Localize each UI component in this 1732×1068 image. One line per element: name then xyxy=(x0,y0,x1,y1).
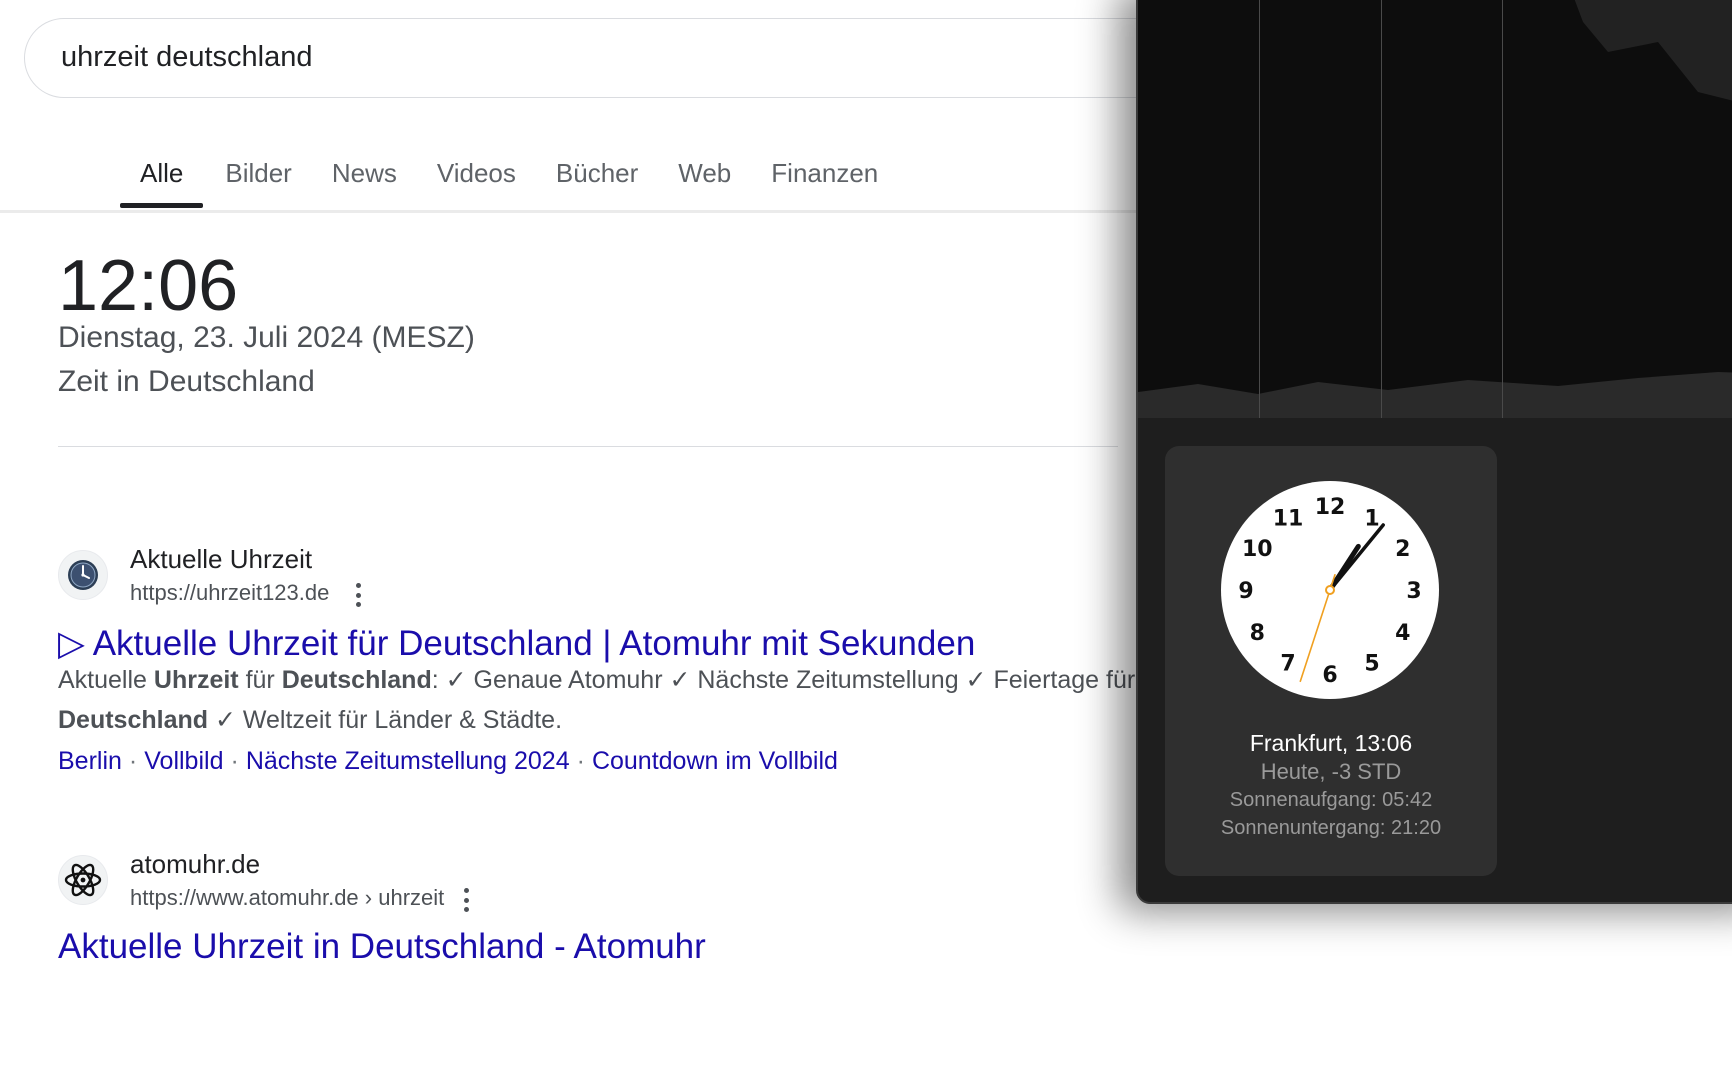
current-date: Dienstag, 23. Juli 2024 (MESZ) xyxy=(58,321,475,354)
divider xyxy=(58,446,1118,447)
analog-clock: 12 1 2 3 4 5 6 7 8 9 10 11 xyxy=(1221,481,1439,699)
dial-number: 3 xyxy=(1406,579,1421,604)
dial-number: 10 xyxy=(1242,537,1273,562)
result-snippet: Aktuelle Uhrzeit für Deutschland: ✓ Gena… xyxy=(58,666,1136,734)
tabs-divider xyxy=(0,210,1260,213)
tab-web[interactable]: Web xyxy=(678,148,731,208)
clock-center-pin xyxy=(1325,585,1335,595)
minute-hand xyxy=(1328,523,1385,592)
sitelink-countdown[interactable]: Countdown im Vollbild xyxy=(592,747,838,775)
tab-alle[interactable]: Alle xyxy=(120,148,204,208)
dial-number: 12 xyxy=(1315,495,1346,520)
atom-icon xyxy=(58,855,108,905)
tab-bilder[interactable]: Bilder xyxy=(225,148,291,208)
result-title-link[interactable]: Aktuelle Uhrzeit in Deutschland - Atomuh… xyxy=(58,925,706,969)
result-site-name[interactable]: Aktuelle Uhrzeit xyxy=(130,542,312,576)
map-meridian xyxy=(1259,0,1260,418)
dial-number: 6 xyxy=(1322,663,1337,688)
current-time: 12:06 xyxy=(58,246,239,326)
result-url[interactable]: https://uhrzeit123.de xyxy=(130,578,329,608)
sitelink-zeitumstellung[interactable]: Nächste Zeitumstellung 2024 xyxy=(246,747,570,775)
tab-videos[interactable]: Videos xyxy=(437,148,516,208)
dial-number: 4 xyxy=(1395,621,1410,646)
dial-number: 8 xyxy=(1250,621,1265,646)
search-box[interactable] xyxy=(24,18,1324,98)
city-time-label: Frankfurt, 13:06 xyxy=(1249,730,1413,756)
relative-offset-label: Heute, -3 STD xyxy=(1260,759,1402,784)
world-clock-panel: 12 1 2 3 4 5 6 7 8 9 10 11 Frankfurt, 13:06 Heute, … xyxy=(1136,0,1732,904)
map-terrain xyxy=(1138,0,1732,418)
map-meridian xyxy=(1502,0,1503,418)
result-site-name[interactable]: atomuhr.de xyxy=(130,847,260,881)
more-options-icon[interactable] xyxy=(456,885,476,915)
sitelink-berlin[interactable]: Berlin xyxy=(58,747,122,775)
world-map xyxy=(1138,0,1732,418)
result-url[interactable]: https://www.atomuhr.de › uhrzeit xyxy=(130,883,444,913)
sitelink-vollbild[interactable]: Vollbild xyxy=(144,747,223,775)
dial-number: 2 xyxy=(1395,537,1410,562)
search-tabs: Alle Bilder News Videos Bücher Web Finan… xyxy=(120,148,918,212)
dial-number: 9 xyxy=(1238,579,1253,604)
tab-news[interactable]: News xyxy=(332,148,397,208)
result-sitelinks: Berlin · Vollbild · Nächste Zeitumstellung 2… xyxy=(58,747,838,775)
time-zone-label: Zeit in Deutschland xyxy=(58,365,315,398)
dial-number: 5 xyxy=(1364,652,1379,677)
tab-finanzen[interactable]: Finanzen xyxy=(771,148,878,208)
dial-number: 7 xyxy=(1280,652,1295,677)
dial-number: 11 xyxy=(1273,506,1304,531)
map-meridian xyxy=(1381,0,1382,418)
sunrise-label: Sonnenaufgang: 05:42 xyxy=(1229,789,1433,811)
more-options-icon[interactable] xyxy=(348,580,368,610)
city-clock-card[interactable]: 12 1 2 3 4 5 6 7 8 9 10 11 Frankfurt, 13:06 Heute, … xyxy=(1165,446,1497,876)
sunset-label: Sonnenuntergang: 21:20 xyxy=(1220,817,1442,839)
dial-number: 1 xyxy=(1364,506,1379,531)
clock-icon xyxy=(58,550,108,600)
search-input[interactable] xyxy=(61,37,1061,77)
tab-buecher[interactable]: Bücher xyxy=(556,148,638,208)
